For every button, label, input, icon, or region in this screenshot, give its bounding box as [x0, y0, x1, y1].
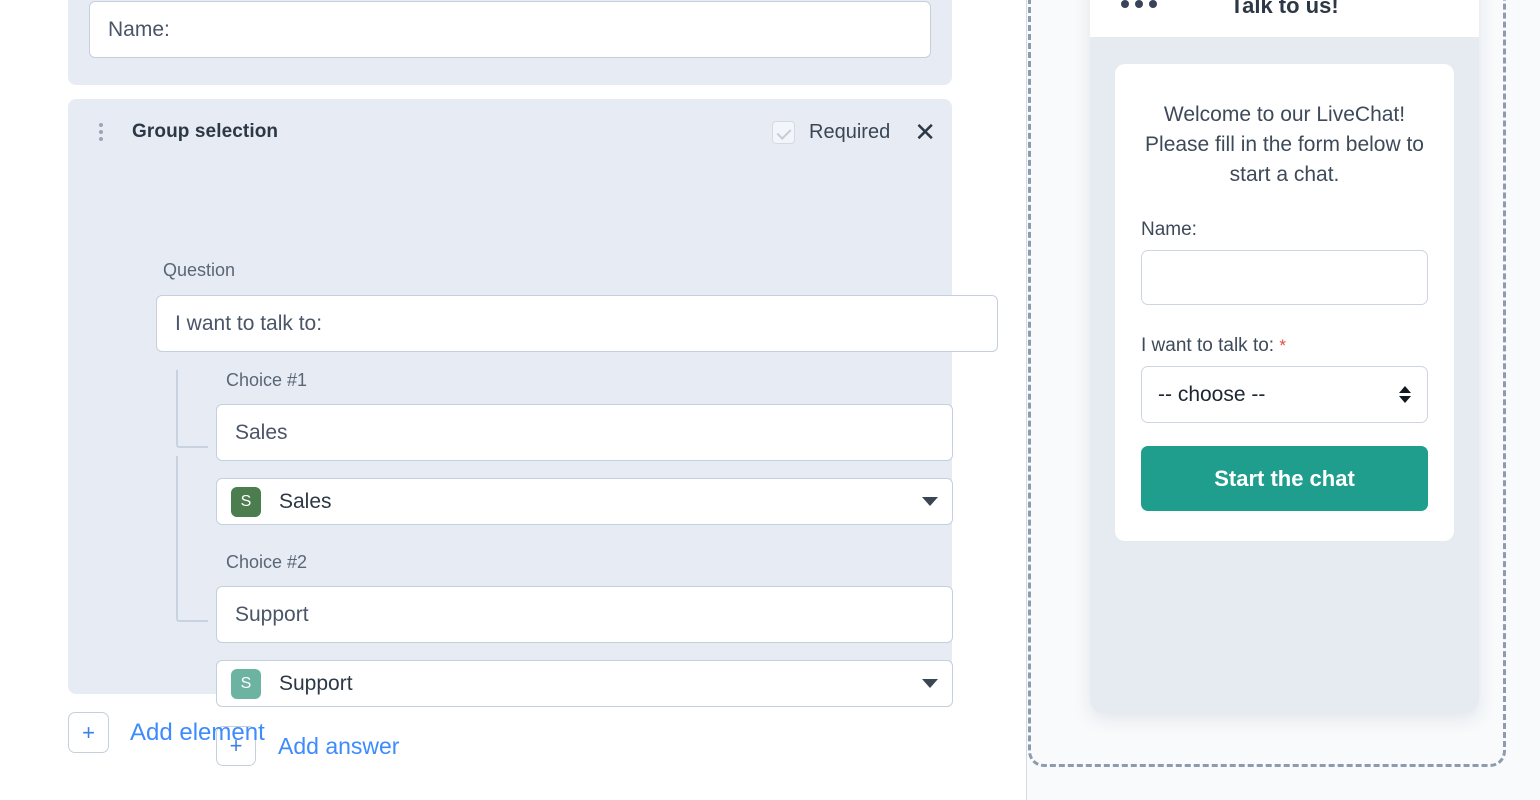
group-card-header-actions: Required ✕: [772, 119, 952, 145]
preview-select-label: I want to talk to: *: [1141, 335, 1428, 357]
prechat-form-card: Welcome to our LiveChat! Please fill in …: [1115, 64, 1454, 542]
choice-group-select-2[interactable]: S Support: [216, 660, 953, 707]
welcome-message: Welcome to our LiveChat! Please fill in …: [1141, 100, 1428, 189]
preview-group-select-value: -- choose --: [1158, 382, 1266, 406]
preview-group-select[interactable]: -- choose --: [1141, 366, 1428, 424]
chevron-down-icon: [922, 497, 938, 506]
close-icon[interactable]: ✕: [914, 119, 936, 145]
choice-group-select-1[interactable]: S Sales: [216, 478, 953, 525]
add-answer-label: Add answer: [278, 732, 400, 759]
question-input[interactable]: I want to talk to:: [156, 295, 998, 352]
choice-group-name-2: Support: [279, 671, 353, 695]
choice-input-1[interactable]: Sales: [216, 404, 953, 461]
chat-widget-header: Talk to us!: [1090, 0, 1479, 37]
required-label: Required: [809, 120, 891, 143]
add-element-button[interactable]: + Add element: [68, 712, 265, 753]
group-avatar-2: S: [231, 668, 261, 699]
panel-divider: [1026, 0, 1027, 800]
choice-input-2[interactable]: Support: [216, 586, 953, 643]
welcome-line-3: start a chat.: [1229, 162, 1340, 186]
preview-name-label: Name:: [1141, 219, 1197, 241]
drag-handle-icon[interactable]: [84, 123, 118, 141]
group-card-header: Group selection Required ✕: [68, 110, 952, 154]
add-element-label: Add element: [130, 718, 265, 746]
plus-icon: +: [68, 712, 109, 753]
choice-label-1: Choice #1: [226, 370, 308, 390]
question-label: Question: [163, 260, 236, 280]
choice-group-name-1: Sales: [279, 489, 332, 513]
welcome-line-2: Please fill in the form below to: [1145, 132, 1424, 156]
form-element-card-name: Name:: [68, 0, 952, 85]
tree-connector-1: [176, 370, 208, 448]
required-checkbox[interactable]: [772, 120, 796, 144]
chat-widget-preview: Talk to us! Welcome to our LiveChat! Ple…: [1090, 0, 1479, 713]
start-chat-button[interactable]: Start the chat: [1141, 446, 1428, 512]
group-card-title: Group selection: [132, 121, 279, 142]
form-element-card-group-selection: Group selection Required ✕ Question I wa…: [68, 99, 998, 766]
choice-label-2: Choice #2: [226, 552, 308, 572]
page-root: Name: Group selection Required ✕ Questio…: [0, 0, 1540, 800]
form-builder-panel: Name: Group selection Required ✕ Questio…: [0, 0, 1000, 800]
preview-select-label-text: I want to talk to:: [1141, 335, 1275, 357]
spinner-arrows-icon: [1399, 386, 1411, 404]
required-asterisk: *: [1279, 336, 1286, 356]
chat-widget-title: Talk to us!: [1230, 0, 1339, 18]
name-element-input[interactable]: Name:: [89, 1, 931, 58]
welcome-line-1: Welcome to our LiveChat!: [1163, 103, 1406, 126]
tree-connector-2: [176, 456, 208, 622]
chevron-down-icon: [922, 679, 938, 688]
group-avatar-1: S: [231, 486, 261, 517]
preview-name-input[interactable]: [1141, 250, 1428, 306]
